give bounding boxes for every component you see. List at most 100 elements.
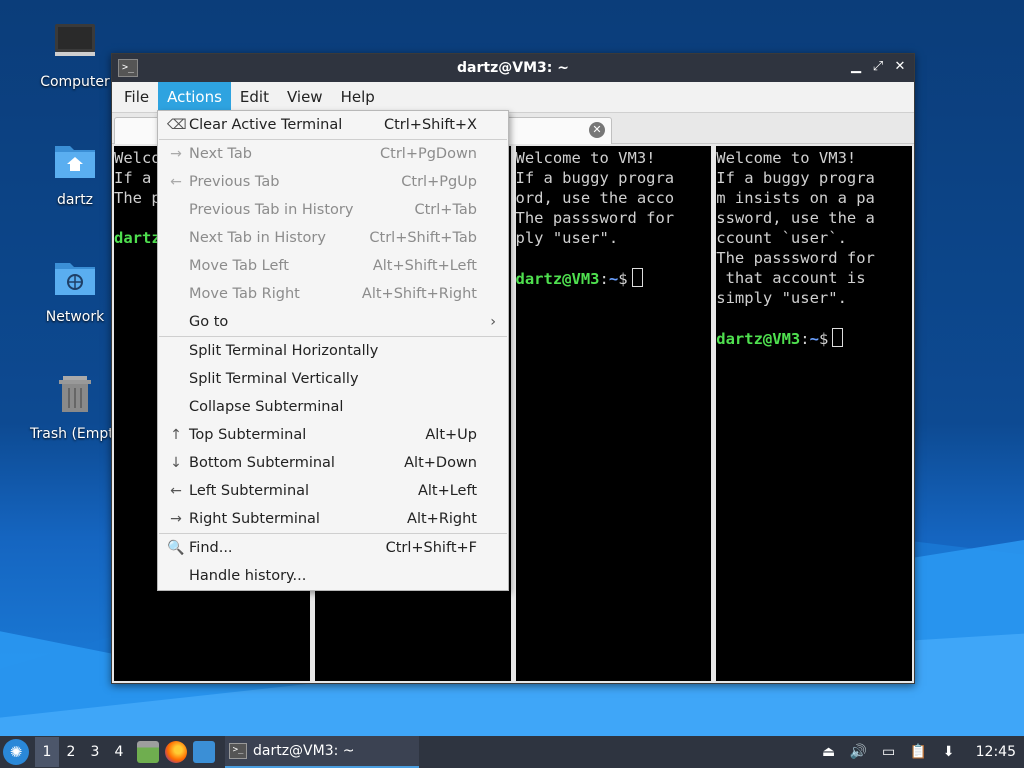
desktop-icon-trash[interactable]: Trash (Empty) [30,372,128,442]
system-tray: ⏏ 🔊 ▭ 📋 ⬇ 12:45 [820,736,1016,768]
terminal-line: ssword, use the a [716,209,875,227]
workspace-4[interactable]: 4 [107,737,131,767]
task-label: dartz@VM3: ~ [253,743,355,759]
desktop-icon-computer[interactable]: Computer [30,20,120,90]
trash-icon [59,376,91,412]
arrow-left-icon: ← [170,174,182,190]
start-menu-icon[interactable]: ✺ [3,739,29,765]
menu-item-shortcut: Alt+Right [407,511,477,527]
workspace-switcher: 1 2 3 4 [35,737,131,767]
menu-item-move-tab-right: Move Tab Right Alt+Shift+Right [158,280,508,308]
menu-item-label: Find... [189,540,233,556]
prompt-path: ~ [608,270,619,288]
menu-item-next-tab-in-history: Next Tab in History Ctrl+Shift+Tab [158,224,508,252]
eject-icon[interactable]: ⏏ [820,743,838,761]
menu-item-previous-tab-in-history: Previous Tab in History Ctrl+Tab [158,196,508,224]
menu-item-clear-active-terminal[interactable]: ⌫ Clear Active Terminal Ctrl+Shift+X [158,111,508,139]
menu-item-go-to[interactable]: Go to › [158,308,508,336]
terminal-prompt: dartz@VM3:~$ [716,328,912,349]
volume-icon[interactable]: 🔊 [850,743,868,761]
update-icon[interactable]: ⬇ [940,743,958,761]
network-icon[interactable]: ▭ [880,743,898,761]
firefox-icon[interactable] [165,741,187,763]
menu-item-bottom-subterminal[interactable]: ↓ Bottom Subterminal Alt+Down [158,449,508,477]
terminal-icon: >_ [229,743,247,759]
menu-item-collapse-subterminal[interactable]: Collapse Subterminal [158,393,508,421]
prompt-user: dartz@VM3 [716,330,801,348]
clear-icon: ⌫ [167,117,187,133]
terminal-line: The passsword for [515,209,675,227]
menu-item-shortcut: Ctrl+PgDown [380,146,477,162]
window-titlebar[interactable]: >_ dartz@VM3: ~ ▁ ⤢ ✕ [112,54,914,82]
menu-item-handle-history[interactable]: Handle history... [158,562,508,590]
prompt-colon: : [800,330,810,348]
menu-item-top-subterminal[interactable]: ↑ Top Subterminal Alt+Up [158,421,508,449]
menu-item-split-terminal-horizontally[interactable]: Split Terminal Horizontally [158,337,508,365]
computer-icon [55,24,95,56]
menu-view[interactable]: View [278,82,332,112]
tab-close-icon[interactable]: ✕ [589,122,605,138]
terminal-cursor [631,268,643,287]
menu-item-shortcut: Ctrl+PgUp [401,174,477,190]
menu-item-label: Move Tab Right [189,286,300,302]
menu-item-split-terminal-vertically[interactable]: Split Terminal Vertically [158,365,508,393]
terminal-line: that account is [716,269,866,287]
menu-item-label: Previous Tab [189,174,280,190]
show-desktop-icon[interactable] [193,741,215,763]
menu-item-shortcut: Ctrl+Shift+X [384,117,477,133]
terminal-prompt: dartz@VM3:~$ [516,268,712,289]
close-button[interactable]: ✕ [892,58,908,76]
menu-item-label: Next Tab in History [189,230,326,246]
menu-item-label: Collapse Subterminal [189,399,344,415]
menu-item-label: Left Subterminal [189,483,310,499]
terminal-line: Welcome to VM3! [515,149,656,167]
terminal-line: If a buggy progra [716,169,875,187]
menu-actions[interactable]: Actions [158,82,231,112]
menu-item-shortcut: Alt+Shift+Right [361,286,477,302]
menubar: File Actions Edit View Help [112,82,914,113]
menu-item-shortcut: Ctrl+Shift+Tab [369,230,477,246]
search-icon: 🔍 [167,540,185,556]
quick-launch [137,741,215,763]
workspace-2[interactable]: 2 [59,737,83,767]
menu-item-shortcut: Ctrl+Shift+F [385,540,477,556]
clipboard-icon[interactable]: 📋 [910,743,928,761]
desktop-icon-home[interactable]: dartz [30,138,120,208]
menu-file[interactable]: File [115,82,158,112]
menu-help[interactable]: Help [332,82,384,112]
menu-item-shortcut: Alt+Shift+Left [372,258,477,274]
network-folder-icon [55,263,95,295]
window-title: dartz@VM3: ~ [457,60,569,76]
maximize-button[interactable]: ⤢ [870,58,886,76]
taskbar: ✺ 1 2 3 4 >_ dartz@VM3: ~ ⏏ 🔊 ▭ 📋 ⬇ 12:4… [0,736,1024,768]
menu-item-move-tab-left: Move Tab Left Alt+Shift+Left [158,252,508,280]
menu-item-find[interactable]: 🔍 Find... Ctrl+Shift+F [158,534,508,562]
desktop-icon-network[interactable]: Network [30,255,120,325]
workspace-3[interactable]: 3 [83,737,107,767]
clock[interactable]: 12:45 [976,744,1016,760]
terminal-pane[interactable]: Welcome to VM3! If a buggy progra m insist… [716,146,912,681]
terminal-line: ccount `user`. [716,229,847,247]
terminal-line: The passsword for [716,249,875,267]
workspace-1[interactable]: 1 [35,737,59,767]
menu-item-right-subterminal[interactable]: → Right Subterminal Alt+Right [158,505,508,533]
menu-item-label: Next Tab [189,146,252,162]
arrow-right-icon: → [170,511,182,527]
menu-item-shortcut: Alt+Left [417,483,477,499]
menu-item-label: Move Tab Left [189,258,289,274]
terminal-pane[interactable]: Welcome to VM3! If a buggy progra ord, use… [515,146,712,681]
menu-item-left-subterminal[interactable]: ← Left Subterminal Alt+Left [158,477,508,505]
taskbar-task-terminal[interactable]: >_ dartz@VM3: ~ [225,736,419,768]
terminal-line: If a buggy progra [515,169,675,187]
menu-edit[interactable]: Edit [231,82,278,112]
menu-item-label: Bottom Subterminal [189,455,335,471]
arrow-up-icon: ↑ [170,427,182,443]
file-manager-icon[interactable] [137,741,159,763]
menu-item-shortcut: Ctrl+Tab [414,202,478,218]
minimize-button[interactable]: ▁ [848,58,864,76]
desktop-icon-label: Network [45,309,105,325]
menu-item-label: Right Subterminal [189,511,320,527]
arrow-right-icon: → [170,146,182,162]
